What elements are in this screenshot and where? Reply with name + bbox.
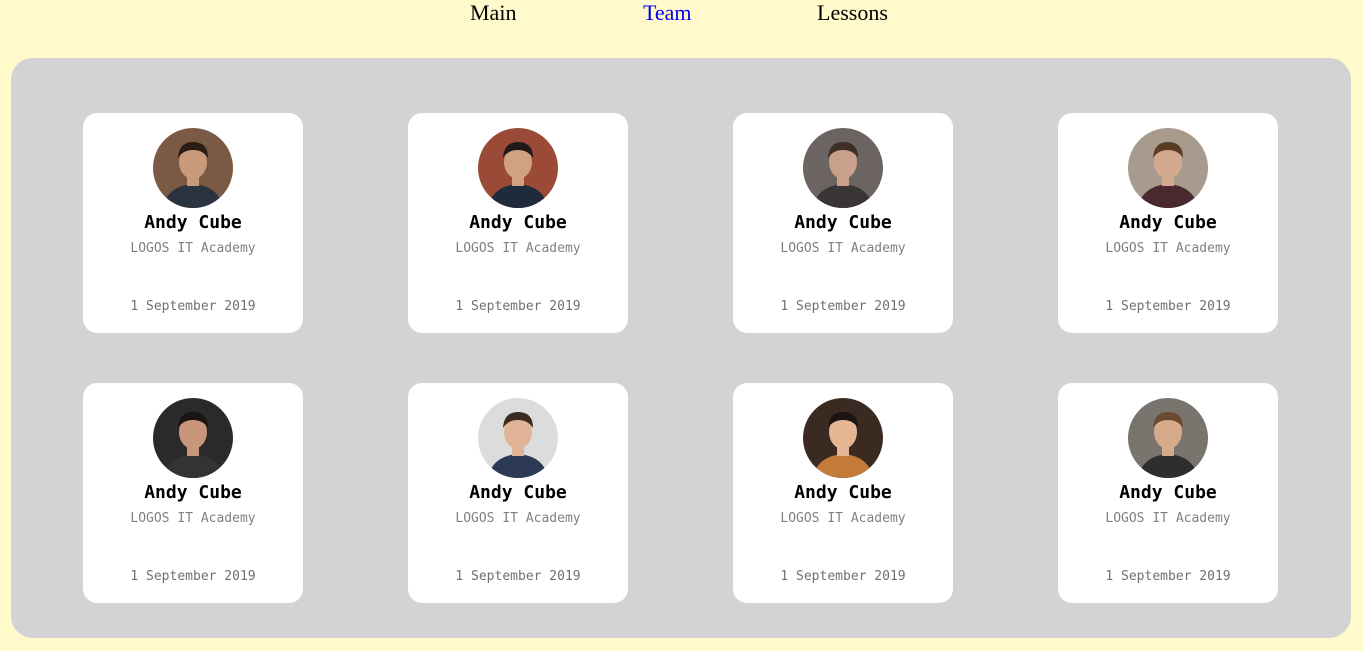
nav-link-team[interactable]: Team [643, 0, 692, 26]
member-date: 1 September 2019 [130, 569, 256, 584]
member-name: Andy Cube [469, 212, 567, 233]
member-organization: LOGOS IT Academy [130, 511, 256, 526]
member-date: 1 September 2019 [130, 299, 256, 314]
member-organization: LOGOS IT Academy [780, 511, 906, 526]
member-date: 1 September 2019 [780, 569, 906, 584]
team-card: Andy Cube LOGOS IT Academy 1 September 201… [1058, 383, 1278, 603]
avatar-person-photo-icon [478, 128, 558, 208]
avatar-person-photo-icon [153, 398, 233, 478]
nav-link-main[interactable]: Main [470, 0, 516, 26]
member-organization: LOGOS IT Academy [455, 241, 581, 256]
member-date: 1 September 2019 [455, 569, 581, 584]
member-name: Andy Cube [794, 212, 892, 233]
top-nav: Main Team Lessons [0, 0, 1363, 40]
team-card: Andy Cube LOGOS IT Academy 1 September 201… [408, 383, 628, 603]
member-name: Andy Cube [1119, 482, 1217, 503]
member-organization: LOGOS IT Academy [1105, 511, 1231, 526]
avatar-person-photo-icon [1128, 398, 1208, 478]
avatar-person-photo-icon [803, 398, 883, 478]
member-date: 1 September 2019 [1105, 299, 1231, 314]
avatar-person-photo-icon [803, 128, 883, 208]
team-card: Andy Cube LOGOS IT Academy 1 September 201… [83, 383, 303, 603]
member-organization: LOGOS IT Academy [780, 241, 906, 256]
member-name: Andy Cube [794, 482, 892, 503]
member-date: 1 September 2019 [455, 299, 581, 314]
team-card: Andy Cube LOGOS IT Academy 1 September 201… [1058, 113, 1278, 333]
team-card: Andy Cube LOGOS IT Academy 1 September 201… [83, 113, 303, 333]
member-date: 1 September 2019 [1105, 569, 1231, 584]
member-organization: LOGOS IT Academy [1105, 241, 1231, 256]
member-name: Andy Cube [1119, 212, 1217, 233]
team-card: Andy Cube LOGOS IT Academy 1 September 201… [733, 383, 953, 603]
avatar-person-photo-icon [1128, 128, 1208, 208]
team-panel: Andy Cube LOGOS IT Academy 1 September 201… [11, 58, 1351, 638]
team-card: Andy Cube LOGOS IT Academy 1 September 201… [733, 113, 953, 333]
member-name: Andy Cube [469, 482, 567, 503]
avatar-person-photo-icon [153, 128, 233, 208]
team-card: Andy Cube LOGOS IT Academy 1 September 201… [408, 113, 628, 333]
nav-link-lessons[interactable]: Lessons [817, 0, 888, 26]
member-name: Andy Cube [144, 212, 242, 233]
member-organization: LOGOS IT Academy [455, 511, 581, 526]
member-organization: LOGOS IT Academy [130, 241, 256, 256]
avatar-person-photo-icon [478, 398, 558, 478]
member-date: 1 September 2019 [780, 299, 906, 314]
member-name: Andy Cube [144, 482, 242, 503]
